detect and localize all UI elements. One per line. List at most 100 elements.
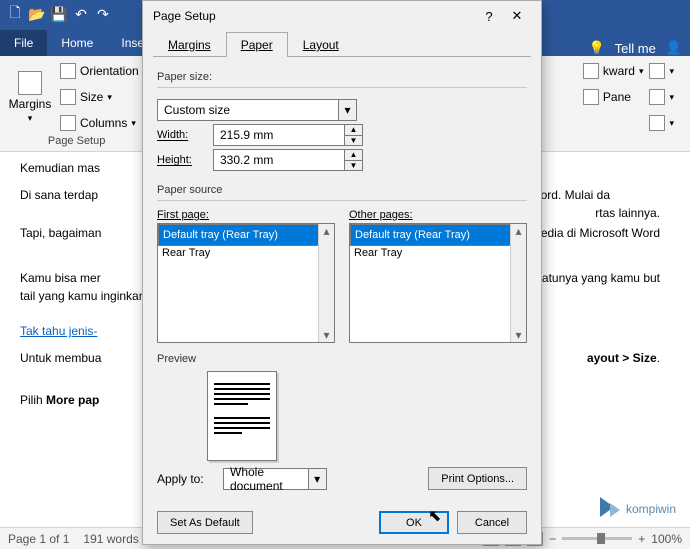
dialog-title: Page Setup bbox=[153, 9, 216, 23]
list-item[interactable]: Default tray (Rear Tray) bbox=[158, 224, 334, 246]
doc-text: Kamu bisa mer bbox=[20, 271, 101, 285]
columns-icon bbox=[60, 115, 76, 131]
doc-text: Kemudian mas bbox=[20, 161, 100, 175]
tab-layout[interactable]: Layout bbox=[288, 32, 354, 57]
dialog-body: Paper size: Custom size ▾ Width: 215.9 m… bbox=[143, 57, 541, 505]
paper-source-label: Paper source bbox=[157, 184, 527, 196]
doc-link[interactable]: Tak tahu jenis- bbox=[20, 324, 97, 338]
doc-text: tail yang kamu inginkan bbox=[20, 289, 145, 303]
list-item[interactable]: Rear Tray bbox=[158, 246, 334, 260]
zoom-in-icon[interactable]: + bbox=[638, 532, 645, 546]
zoom-level[interactable]: 100% bbox=[651, 532, 682, 546]
spin-down-icon[interactable]: ▼ bbox=[345, 161, 362, 171]
dialog-tabs: Margins Paper Layout bbox=[153, 31, 531, 57]
preview-thumbnail bbox=[207, 371, 277, 461]
group-icon bbox=[649, 89, 665, 105]
doc-text: Pilih bbox=[20, 393, 46, 407]
group-button[interactable]: ▾ bbox=[649, 86, 674, 108]
margins-label: Margins bbox=[9, 97, 52, 111]
chevron-down-icon: ▾ bbox=[338, 100, 356, 120]
tell-me[interactable]: Tell me bbox=[615, 41, 656, 56]
height-input[interactable]: 330.2 mm ▲▼ bbox=[213, 149, 363, 171]
paper-size-select[interactable]: Custom size ▾ bbox=[157, 99, 357, 121]
height-label: Height: bbox=[157, 154, 207, 166]
tab-paper[interactable]: Paper bbox=[226, 32, 288, 57]
orientation-icon bbox=[60, 63, 76, 79]
backward-label: kward bbox=[603, 64, 635, 78]
apply-to-label: Apply to: bbox=[157, 472, 217, 486]
other-pages-label: Other pages: bbox=[349, 209, 527, 221]
doc-text: rtas lainnya. bbox=[595, 205, 660, 222]
size-label: Size bbox=[80, 90, 103, 104]
doc-text-bold: More pap bbox=[46, 393, 99, 407]
doc-text: u-satunya yang kamu but bbox=[525, 270, 660, 287]
pane-icon bbox=[583, 89, 599, 105]
redo-icon[interactable]: ↷ bbox=[94, 5, 112, 23]
save-icon[interactable]: 💾 bbox=[50, 5, 68, 23]
tab-file[interactable]: File bbox=[0, 30, 47, 56]
first-page-label: First page: bbox=[157, 209, 335, 221]
ribbon-right: 💡 Tell me 👤 bbox=[588, 40, 690, 56]
scrollbar[interactable]: ▴▾ bbox=[510, 224, 526, 342]
undo-icon[interactable]: ↶ bbox=[72, 5, 90, 23]
width-value: 215.9 mm bbox=[220, 128, 273, 142]
quick-access-toolbar: 🗋 📂 💾 ↶ ↷ bbox=[6, 5, 112, 23]
spin-up-icon[interactable]: ▲ bbox=[345, 125, 362, 136]
new-doc-icon[interactable]: 🗋 bbox=[6, 5, 24, 23]
spin-up-icon[interactable]: ▲ bbox=[345, 150, 362, 161]
set-as-default-button[interactable]: Set As Default bbox=[157, 511, 253, 534]
width-input[interactable]: 215.9 mm ▲▼ bbox=[213, 124, 363, 146]
apply-to-value: Whole document bbox=[230, 465, 320, 493]
dialog-button-row: Set As Default OK Cancel bbox=[143, 505, 541, 544]
pane-label: Pane bbox=[603, 90, 631, 104]
cancel-button[interactable]: Cancel bbox=[457, 511, 527, 534]
preview-label: Preview bbox=[157, 353, 527, 365]
page-indicator[interactable]: Page 1 of 1 bbox=[8, 532, 69, 546]
first-page-listbox[interactable]: Default tray (Rear Tray) Rear Tray ▴▾ bbox=[157, 223, 335, 343]
margins-button[interactable]: Margins ▾ bbox=[6, 60, 54, 134]
group-label-page-setup: Page Setup bbox=[6, 135, 147, 147]
other-pages-listbox[interactable]: Default tray (Rear Tray) Rear Tray ▴▾ bbox=[349, 223, 527, 343]
orientation-label: Orientation bbox=[80, 64, 139, 78]
chevron-down-icon: ▾ bbox=[308, 469, 326, 489]
size-button[interactable]: Size▾ bbox=[60, 86, 147, 108]
list-item[interactable]: Default tray (Rear Tray) bbox=[350, 224, 526, 246]
spin-down-icon[interactable]: ▼ bbox=[345, 136, 362, 146]
backward-icon bbox=[583, 63, 599, 79]
rotate-button[interactable]: ▾ bbox=[649, 112, 674, 134]
watermark-logo: kompiwin bbox=[592, 495, 676, 523]
zoom-slider[interactable] bbox=[562, 537, 632, 540]
user-icon[interactable]: 👤 bbox=[666, 40, 682, 56]
dialog-titlebar: Page Setup ? ✕ bbox=[143, 1, 541, 31]
list-item[interactable]: Rear Tray bbox=[350, 246, 526, 260]
backward-button[interactable]: kward▾ bbox=[583, 60, 644, 82]
ok-button[interactable]: OK bbox=[379, 511, 449, 534]
dialog-help-button[interactable]: ? bbox=[475, 9, 503, 24]
align-button[interactable]: ▾ bbox=[649, 60, 674, 82]
columns-button[interactable]: Columns▾ bbox=[60, 112, 147, 134]
chevron-down-icon: ▾ bbox=[28, 113, 33, 124]
orientation-button[interactable]: Orientation▾ bbox=[60, 60, 147, 82]
zoom-out-icon[interactable]: − bbox=[549, 532, 556, 546]
ribbon-right-group: kward▾ Pane ▾ ▾ ▾ bbox=[583, 60, 684, 147]
align-icon bbox=[649, 63, 665, 79]
doc-text: Untuk membua bbox=[20, 351, 101, 365]
apply-to-select[interactable]: Whole document ▾ bbox=[223, 468, 327, 490]
paper-size-value: Custom size bbox=[164, 103, 230, 117]
size-icon bbox=[60, 89, 76, 105]
margins-icon bbox=[18, 71, 42, 95]
doc-text: Tapi, bagaiman bbox=[20, 226, 101, 240]
dialog-close-button[interactable]: ✕ bbox=[503, 8, 531, 24]
paper-size-label: Paper size: bbox=[157, 71, 527, 83]
pane-button[interactable]: Pane bbox=[583, 86, 644, 108]
tab-home[interactable]: Home bbox=[47, 30, 107, 56]
rotate-icon bbox=[649, 115, 665, 131]
print-options-button[interactable]: Print Options... bbox=[428, 467, 527, 490]
doc-text: Di sana terdap bbox=[20, 188, 98, 202]
scrollbar[interactable]: ▴▾ bbox=[318, 224, 334, 342]
open-icon[interactable]: 📂 bbox=[28, 5, 46, 23]
height-value: 330.2 mm bbox=[220, 153, 273, 167]
page-setup-group: Margins ▾ Orientation▾ Size▾ Columns▾ Pa… bbox=[6, 60, 147, 147]
tab-margins[interactable]: Margins bbox=[153, 32, 226, 57]
word-count[interactable]: 191 words bbox=[83, 532, 138, 546]
